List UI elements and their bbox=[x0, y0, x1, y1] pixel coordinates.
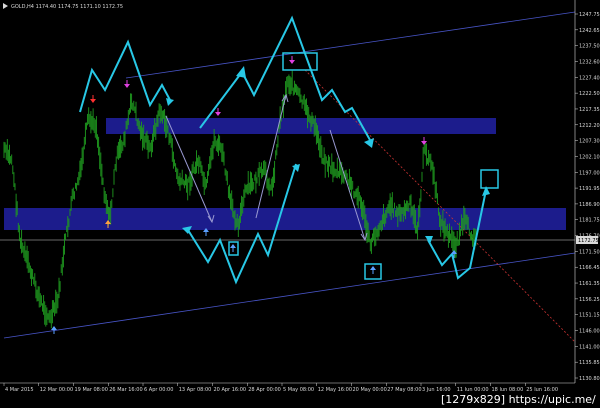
price-tick-label: 1207.30 bbox=[579, 139, 600, 145]
time-tick-label: 20 May 00:00 bbox=[353, 387, 387, 393]
price-tick-label: 1146.00 bbox=[579, 329, 600, 335]
price-tick-label: 1232.60 bbox=[579, 59, 600, 65]
time-tick-label: 13 Apr 08:00 bbox=[179, 387, 212, 393]
price-tick-label: 1151.15 bbox=[579, 313, 600, 319]
price-tick-label: 1186.90 bbox=[579, 202, 600, 208]
time-tick-label: 19 Mar 08:00 bbox=[75, 387, 108, 393]
price-tick-label: 1166.45 bbox=[579, 265, 600, 271]
watermark-text: [1279x829] https://upic.me/ bbox=[441, 393, 596, 406]
current-price-label: 1172.75 bbox=[578, 238, 599, 244]
time-tick-label: 26 Mar 16:00 bbox=[109, 387, 142, 393]
price-tick-label: 1161.35 bbox=[579, 281, 600, 287]
time-tick-label: 27 May 08:00 bbox=[387, 387, 421, 393]
time-tick-label: 5 May 08:00 bbox=[283, 387, 314, 393]
price-tick-label: 1171.50 bbox=[579, 249, 600, 255]
price-tick-label: 1141.00 bbox=[579, 344, 600, 350]
price-tick-label: 1181.75 bbox=[579, 218, 600, 224]
price-tick-label: 1247.75 bbox=[579, 12, 600, 18]
time-tick-label: 28 Apr 00:00 bbox=[248, 387, 281, 393]
price-chart[interactable]: GOLD,H4 1174.40 1174.75 1171.10 1172.75 bbox=[0, 0, 600, 408]
price-tick-label: 1212.20 bbox=[579, 123, 600, 129]
price-tick-label: 1156.25 bbox=[579, 297, 600, 303]
price-tick-label: 1130.80 bbox=[579, 376, 600, 382]
price-tick-label: 1197.00 bbox=[579, 170, 600, 176]
time-tick-label: 12 Mar 00:00 bbox=[40, 387, 73, 393]
price-tick-label: 1237.50 bbox=[579, 44, 600, 50]
price-tick-label: 1227.40 bbox=[579, 75, 600, 81]
time-tick-label: 6 Apr 00:00 bbox=[144, 387, 173, 393]
symbol-title: GOLD,H4 1174.40 1174.75 1171.10 1172.75 bbox=[11, 4, 123, 10]
price-tick-label: 1222.50 bbox=[579, 91, 600, 97]
time-tick-label: 20 Apr 16:00 bbox=[214, 387, 247, 393]
chart-background bbox=[0, 0, 600, 408]
time-tick-label: 4 Mar 2015 bbox=[5, 387, 34, 393]
price-tick-label: 1202.10 bbox=[579, 154, 600, 160]
price-tick-label: 1217.35 bbox=[579, 107, 600, 113]
time-tick-label: 12 May 16:00 bbox=[318, 387, 352, 393]
price-tick-label: 1242.65 bbox=[579, 28, 600, 34]
price-tick-label: 1191.95 bbox=[579, 186, 600, 192]
price-tick-label: 1135.85 bbox=[579, 360, 600, 366]
